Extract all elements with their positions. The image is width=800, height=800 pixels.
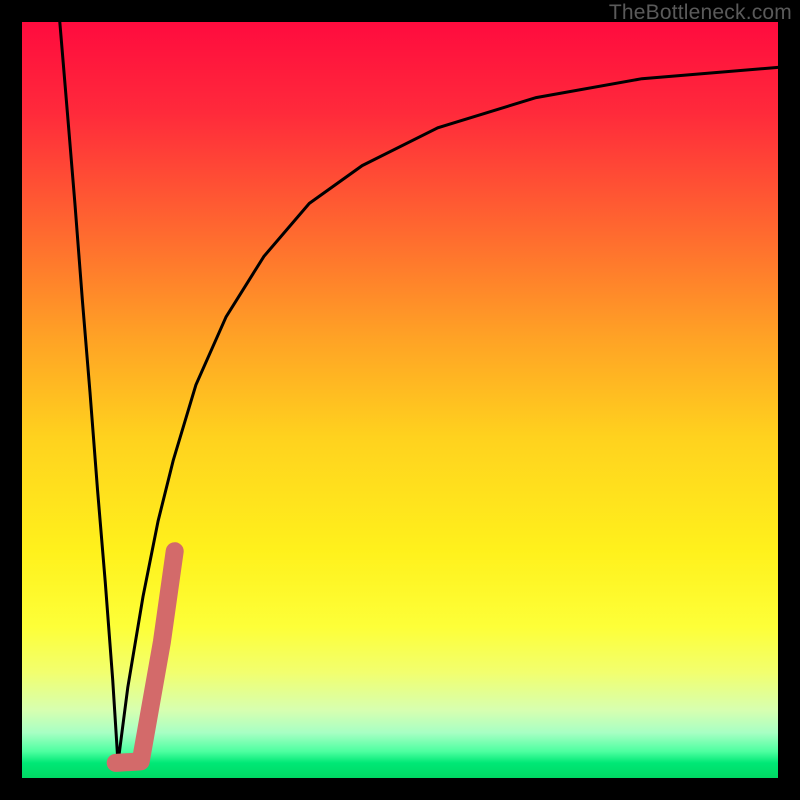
watermark-text: TheBottleneck.com [609,1,792,25]
chart-frame: TheBottleneck.com [0,0,800,800]
series-left-slope [60,22,118,763]
series-right-curve [118,67,778,763]
chart-curves [22,22,778,778]
plot-area [22,22,778,778]
